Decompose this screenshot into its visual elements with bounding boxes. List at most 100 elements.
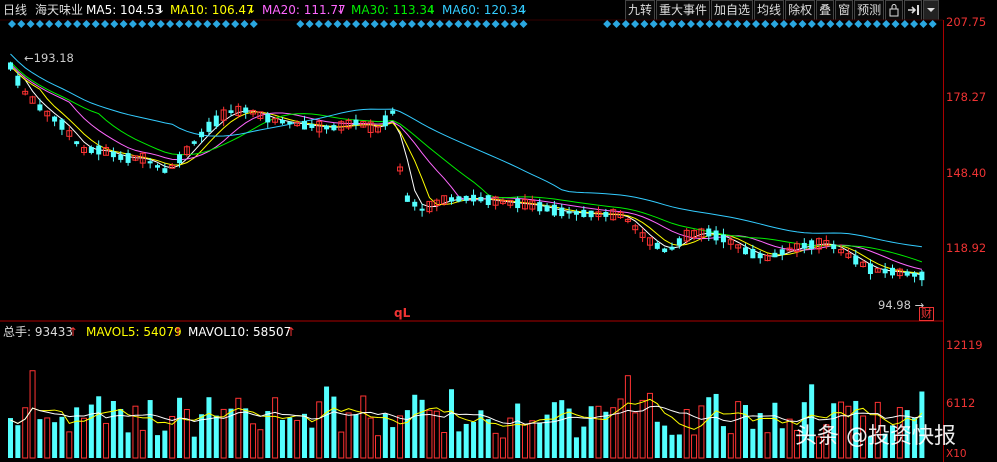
volume-bar-up — [29, 370, 36, 459]
volume-bar-down — [588, 406, 594, 458]
event-marker-icon — [854, 20, 863, 28]
event-marker-icon — [779, 20, 788, 28]
volume-bar-up — [316, 401, 323, 459]
volume-bar-up — [367, 417, 374, 459]
event-marker-icon — [817, 20, 826, 28]
volume-bar-down — [353, 414, 359, 458]
event-marker-icon — [166, 20, 175, 28]
ql-marker[interactable]: qL — [394, 306, 410, 320]
volume-bar-down — [52, 422, 58, 458]
candle-down — [228, 110, 234, 113]
volume-bar-down — [720, 426, 726, 458]
candle-down — [809, 240, 815, 249]
volume-bar-down — [544, 414, 550, 458]
low-price-annotation: 94.98 → — [878, 298, 925, 312]
volume-bar-down — [485, 419, 491, 458]
volume-bar-up — [735, 401, 742, 459]
volume-bar-down — [654, 421, 660, 458]
volume-bar-down — [162, 430, 168, 458]
event-marker-icon — [640, 20, 649, 28]
volume-bar-up — [81, 417, 87, 459]
volume-bar-up — [441, 432, 448, 459]
volume-bar-down — [581, 426, 587, 458]
volume-tick-1: 12119 — [946, 338, 983, 352]
candle-down — [110, 151, 116, 158]
volume-bar-up — [235, 397, 242, 459]
financial-report-icon[interactable]: 财 — [919, 307, 934, 321]
event-marker-icon — [119, 20, 128, 28]
event-marker-icon — [733, 20, 742, 28]
candle-down — [412, 201, 418, 207]
candle-down — [706, 228, 712, 237]
candle-down — [919, 271, 925, 281]
volume-bar-down — [757, 413, 763, 458]
event-marker-icon — [482, 20, 491, 28]
ma20-line — [10, 63, 923, 270]
volume-bar-down — [573, 437, 579, 458]
mavol10-value: MAVOL10: 58507 — [188, 325, 292, 339]
candle-down — [324, 125, 330, 130]
volume-bar-up — [139, 429, 146, 459]
chart-frame — [0, 19, 943, 322]
volume-bar-down — [213, 415, 219, 458]
moving-average-lines — [10, 53, 923, 276]
volume-bar-up — [44, 417, 51, 459]
volume-bar-up — [433, 410, 440, 459]
candle-down — [15, 75, 21, 86]
volume-bar-up — [375, 435, 381, 459]
event-marker-icon — [156, 20, 165, 28]
volume-bar-up — [529, 420, 536, 459]
candle-down — [8, 62, 13, 70]
kline-chart[interactable] — [0, 0, 997, 462]
volume-bar-up — [103, 422, 110, 459]
candle-down — [772, 252, 778, 258]
volume-bar-up — [360, 395, 367, 459]
event-marker-icon — [798, 20, 807, 28]
volume-bar-down — [515, 403, 521, 458]
event-marker-icon — [352, 20, 361, 28]
volume-tick-2: 6112 — [946, 396, 976, 410]
candle-down — [191, 141, 197, 144]
candle-down — [309, 123, 315, 128]
volume-bar-down — [331, 396, 337, 458]
mavol5-value: MAVOL5: 54079 — [86, 325, 182, 339]
candle-down — [287, 121, 293, 125]
event-marker-icon — [752, 20, 760, 28]
event-marker-icon — [835, 20, 844, 28]
candle-down — [243, 107, 249, 113]
total-volume: 总手: 93433 — [3, 325, 74, 339]
event-marker-icon — [659, 20, 667, 28]
total-volume-arrow-icon: ↑ — [68, 325, 79, 339]
volume-bar-up — [294, 419, 301, 459]
event-marker-icon — [407, 20, 416, 28]
event-marker-icon — [138, 20, 147, 28]
candle-down — [162, 168, 168, 173]
event-marker-icon — [463, 20, 472, 28]
candle-down — [279, 119, 285, 124]
volume-bar-down — [59, 416, 65, 458]
volume-bar-up — [522, 423, 528, 459]
event-marker-icon — [147, 20, 156, 28]
event-marker-icon — [314, 20, 323, 28]
candle-down — [669, 246, 675, 250]
candle-down — [52, 116, 58, 122]
event-marker-icon — [742, 20, 751, 28]
candle-down — [96, 145, 102, 155]
event-marker-icon — [473, 20, 481, 28]
candle-down — [265, 113, 271, 123]
event-marker-icon — [826, 20, 835, 28]
volume-bar-down — [669, 434, 675, 458]
candle-down — [566, 211, 572, 214]
candle-down — [478, 196, 484, 202]
event-marker-icon — [910, 20, 919, 28]
candle-down — [74, 141, 80, 145]
candle-down — [404, 195, 410, 202]
candle-down — [581, 209, 587, 217]
event-marker-icon — [714, 20, 723, 28]
event-marker-icon — [882, 20, 891, 28]
volume-bar-up — [499, 437, 506, 459]
candle-down — [382, 115, 388, 127]
event-marker-icon — [612, 20, 621, 28]
event-marker-icon — [128, 20, 137, 28]
candle-down — [37, 104, 43, 111]
